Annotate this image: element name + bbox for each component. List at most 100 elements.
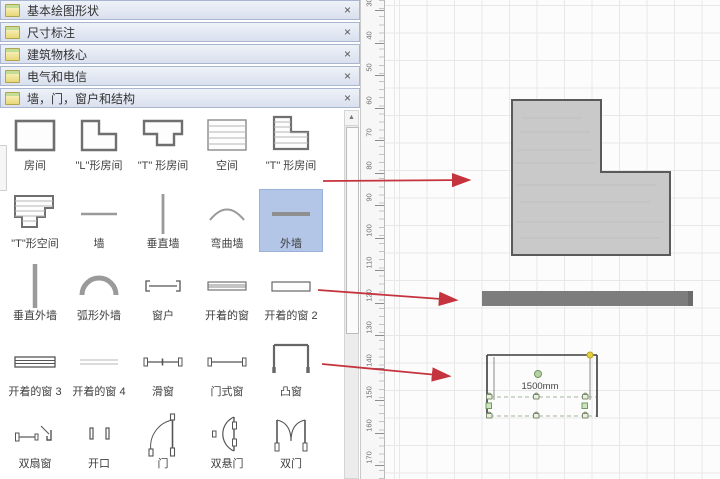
ruler-tick (375, 10, 384, 11)
shape-label: 门式窗 (196, 386, 258, 399)
close-icon[interactable]: × (342, 48, 353, 60)
ruler-tick (375, 75, 384, 76)
shape-item-open-window-3[interactable]: 开着的窗 3 (4, 338, 66, 399)
shape-label: 房间 (4, 160, 66, 173)
stencil-header-4[interactable]: 电气和电信× (0, 66, 360, 86)
shape-label: 弯曲墙 (196, 238, 258, 251)
ruler-number: 80 (365, 158, 374, 172)
close-icon[interactable]: × (342, 92, 353, 104)
close-icon[interactable]: × (342, 70, 353, 82)
ext-wall-arc-icon (75, 262, 123, 310)
stencil-icon (5, 92, 20, 105)
shape-label: 凸窗 (260, 386, 322, 399)
shape-label: 开着的窗 3 (4, 386, 66, 399)
shape-item-curved-wall[interactable]: 弯曲墙 (196, 190, 258, 251)
shape-label: 窗户 (132, 310, 194, 323)
shape-item-wall-v[interactable]: 垂直墙 (132, 190, 194, 251)
ruler-number: 140 (365, 353, 374, 367)
ruler-number: 40 (365, 28, 374, 42)
shape-label: 双门 (260, 458, 322, 471)
close-icon[interactable]: × (342, 4, 353, 16)
shape-label: 双扇窗 (4, 458, 66, 471)
shape-label: 双悬门 (196, 458, 258, 471)
ruler-tick (375, 140, 384, 141)
sliding-window-icon (139, 338, 187, 386)
shape-item-space[interactable]: 空间 (196, 112, 258, 173)
ruler-tick (375, 368, 384, 369)
shape-item-t-space-hatch[interactable]: "T"形空间 (4, 190, 66, 251)
shape-item-double-casement[interactable]: 双扇窗 (4, 410, 66, 471)
stencil-title: 墙，门，窗户和结构 (27, 90, 342, 107)
stencil-header-1[interactable]: 基本绘图形状× (0, 0, 360, 20)
vertical-ruler: 30405060708090100110120130140150160170 (360, 0, 385, 479)
shape-label: 开着的窗 2 (260, 310, 322, 323)
ruler-tick (375, 43, 384, 44)
ruler-minor-ticks (379, 0, 384, 479)
shape-item-door-window[interactable]: 门式窗 (196, 338, 258, 399)
stencil-icon (5, 48, 20, 61)
ruler-tick (375, 303, 384, 304)
ruler-tick (375, 173, 384, 174)
double-casement-icon (11, 410, 59, 458)
shape-item-sliding-window[interactable]: 滑窗 (132, 338, 194, 399)
shape-label: "T"形空间 (4, 238, 66, 251)
stencil-title: 尺寸标注 (27, 24, 342, 41)
open-window-2-icon (267, 262, 315, 310)
shape-label: 开口 (68, 458, 130, 471)
shape-item-open-window-4[interactable]: 开着的窗 4 (68, 338, 130, 399)
shape-item-open-window[interactable]: 开着的窗 (196, 262, 258, 323)
shape-item-open-window-2[interactable]: 开着的窗 2 (260, 262, 322, 323)
shape-item-opening[interactable]: 开口 (68, 410, 130, 471)
shape-item-ext-wall[interactable]: 外墙 (260, 190, 322, 251)
stencil-header-2[interactable]: 尺寸标注× (0, 22, 360, 42)
shape-item-wall-h[interactable]: 墙 (68, 190, 130, 251)
shape-label: "T" 形房间 (132, 160, 194, 173)
scroll-up-icon[interactable]: ▲ (345, 111, 358, 126)
stencil-title: 建筑物核心 (27, 46, 342, 63)
wall-v-icon (139, 190, 187, 238)
shape-label: "T" 形房间 (260, 160, 322, 173)
shape-item-bay-window[interactable]: 凸窗 (260, 338, 322, 399)
double-door-icon (267, 410, 315, 458)
shape-item-t-room[interactable]: "T" 形房间 (132, 112, 194, 173)
shape-label: "L"形房间 (68, 160, 130, 173)
shape-item-ext-wall-arc[interactable]: 弧形外墙 (68, 262, 130, 323)
close-icon[interactable]: × (342, 26, 353, 38)
shape-label: 门 (132, 458, 194, 471)
shape-grid: 房间"L"形房间"T" 形房间空间"T" 形房间"T"形空间墙垂直墙弯曲墙外墙垂… (0, 110, 344, 479)
shape-item-l-room[interactable]: "L"形房间 (68, 112, 130, 173)
stencil-header-5[interactable]: 墙，门，窗户和结构× (0, 88, 360, 108)
shape-label: 空间 (196, 160, 258, 173)
shape-label: 墙 (68, 238, 130, 251)
l-room-icon (75, 112, 123, 160)
t-space-hatch-icon (11, 190, 59, 238)
stencil-title: 电气和电信 (27, 68, 342, 85)
ruler-number: 170 (365, 451, 374, 465)
double-hung-door-icon (203, 410, 251, 458)
shape-item-l-room-hatch[interactable]: "T" 形房间 (260, 112, 322, 173)
shape-item-double-door[interactable]: 双门 (260, 410, 322, 471)
ruler-number: 120 (365, 288, 374, 302)
shape-label: 外墙 (260, 238, 322, 251)
curved-wall-icon (203, 190, 251, 238)
collapsed-edge-tab[interactable] (0, 145, 7, 191)
drawing-canvas[interactable] (385, 0, 720, 479)
ruler-tick (375, 400, 384, 401)
ruler-tick (375, 205, 384, 206)
shape-label: 垂直墙 (132, 238, 194, 251)
shape-item-room[interactable]: 房间 (4, 112, 66, 173)
ruler-number: 70 (365, 126, 374, 140)
panel-scrollbar[interactable]: ▲ (344, 110, 359, 479)
ruler-tick (375, 238, 384, 239)
scrollbar-thumb[interactable] (346, 127, 359, 334)
stencil-header-3[interactable]: 建筑物核心× (0, 44, 360, 64)
open-window-icon (203, 262, 251, 310)
ruler-number: 30 (365, 0, 374, 10)
stencil-panel: 基本绘图形状×尺寸标注×建筑物核心×电气和电信×墙，门，窗户和结构× 房间"L"… (0, 0, 360, 479)
open-window-4-icon (75, 338, 123, 386)
ruler-tick (375, 270, 384, 271)
shape-item-double-hung-door[interactable]: 双悬门 (196, 410, 258, 471)
shape-item-window[interactable]: 窗户 (132, 262, 194, 323)
shape-item-ext-wall-v[interactable]: 垂直外墙 (4, 262, 66, 323)
shape-item-door[interactable]: 门 (132, 410, 194, 471)
